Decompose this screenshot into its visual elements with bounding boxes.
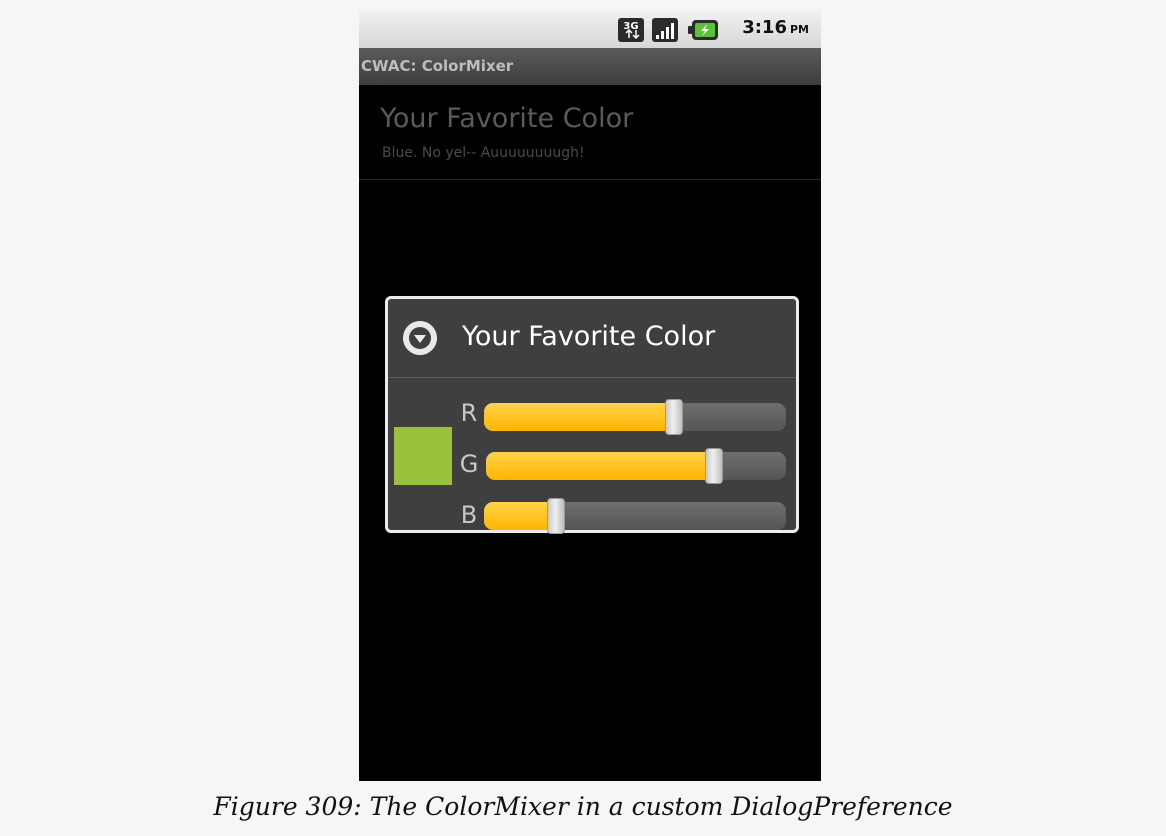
green-label: G <box>459 450 479 478</box>
preference-summary: Blue. No yel-- Auuuuuuuugh! <box>382 145 585 161</box>
figure-caption: Figure 309: The ColorMixer in a custom D… <box>213 792 953 821</box>
phone-screen: 3G 3:16 PM CWAC: ColorMixer Your Favorite… <box>359 10 821 781</box>
favorite-color-preference[interactable]: Your Favorite Color Blue. No yel-- Auuuu… <box>359 85 821 180</box>
status-clock: 3:16 PM <box>742 17 809 38</box>
blue-slider[interactable] <box>484 498 786 534</box>
clock-ampm: PM <box>789 23 809 36</box>
green-slider-fill <box>486 452 714 480</box>
preference-title: Your Favorite Color <box>380 103 634 134</box>
green-slider[interactable] <box>486 448 786 484</box>
dropdown-circle-icon <box>403 321 437 355</box>
red-label: R <box>460 399 478 427</box>
dialog-title: Your Favorite Color <box>462 321 716 352</box>
battery-charging-icon <box>688 20 718 40</box>
color-swatch <box>394 427 452 485</box>
blue-slider-fill <box>484 502 557 530</box>
blue-slider-thumb[interactable] <box>547 498 566 534</box>
blue-label: B <box>460 501 478 529</box>
green-slider-thumb[interactable] <box>705 448 723 484</box>
red-slider[interactable] <box>484 399 786 435</box>
color-mixer-dialog: Your Favorite Color R G B <box>385 296 799 534</box>
dialog-divider <box>388 377 796 378</box>
signal-icon <box>652 18 678 42</box>
dialog-header: Your Favorite Color <box>388 299 796 378</box>
app-title-bar: CWAC: ColorMixer <box>359 48 821 85</box>
status-bar: 3G 3:16 PM <box>359 10 821 48</box>
red-slider-fill <box>484 403 675 431</box>
red-slider-thumb[interactable] <box>665 399 684 435</box>
network-3g-icon: 3G <box>618 18 644 42</box>
clock-time: 3:16 <box>742 17 787 38</box>
app-title: CWAC: ColorMixer <box>361 57 514 75</box>
